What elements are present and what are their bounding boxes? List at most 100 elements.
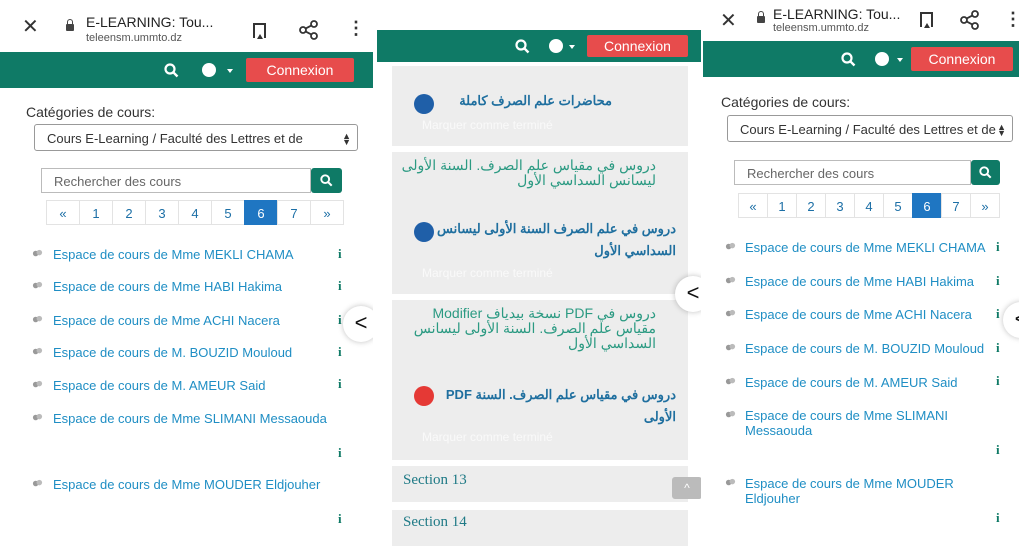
course-list-item[interactable]: Espace de cours de Mme ACHI Nacera xyxy=(725,307,1005,322)
share-icon[interactable] xyxy=(960,10,980,30)
pagination-item[interactable]: 4 xyxy=(178,200,212,225)
course-list-item[interactable]: Espace de cours de Mme MEKLI CHAMA xyxy=(725,240,1005,255)
bookmark-icon[interactable] xyxy=(920,12,933,28)
mark-complete-label[interactable]: Marquer comme terminé xyxy=(422,430,553,444)
course-list-item[interactable]: Espace de cours de Mme SLIMANI Messaouda xyxy=(32,411,332,426)
connexion-button[interactable]: Connexion xyxy=(587,35,688,57)
pagination-item[interactable]: « xyxy=(738,193,768,218)
pagination-item[interactable]: » xyxy=(970,193,1000,218)
pagination-item[interactable]: 2 xyxy=(112,200,146,225)
section-14-title[interactable]: Section 14 xyxy=(403,514,467,531)
course-icon xyxy=(725,276,736,284)
info-icon[interactable]: i xyxy=(338,376,342,392)
course-link[interactable]: Espace de cours de Mme ACHI Nacera xyxy=(32,313,332,328)
resource-link[interactable]: دروس في علم الصرف السنة الأولى ليسانس ال… xyxy=(412,218,676,262)
section-13-title[interactable]: Section 13 xyxy=(403,472,467,489)
pagination-item[interactable]: 6 xyxy=(244,200,278,225)
course-link[interactable]: Espace de cours de M. BOUZID Mouloud xyxy=(725,341,1005,356)
pagination-item[interactable]: 2 xyxy=(796,193,826,218)
info-icon[interactable]: i xyxy=(996,306,1000,322)
pagination-item[interactable]: 1 xyxy=(767,193,797,218)
close-tab-icon[interactable]: ✕ xyxy=(720,8,737,33)
info-icon[interactable]: i xyxy=(338,344,342,360)
course-link[interactable]: Espace de cours de Mme HABI Hakima xyxy=(32,279,332,294)
pagination-item[interactable]: 7 xyxy=(277,200,311,225)
mark-complete-label[interactable]: Marquer comme terminé xyxy=(422,118,553,132)
more-options-icon[interactable]: ⋮ xyxy=(347,18,365,39)
resource-link[interactable]: محاضرات علم الصرف كاملة xyxy=(442,90,612,112)
connexion-button[interactable]: Connexion xyxy=(246,58,354,82)
course-search-input[interactable]: Rechercher des cours xyxy=(41,168,311,193)
mark-complete-label[interactable]: Marquer comme terminé xyxy=(422,266,553,280)
previous-chevron-icon[interactable]: < xyxy=(1003,302,1019,338)
browser-url-host[interactable]: teleensm.ummto.dz xyxy=(773,22,869,34)
pagination-item[interactable]: 4 xyxy=(854,193,884,218)
category-select[interactable]: Cours E-Learning / Faculté des Lettres e… xyxy=(727,115,1013,142)
search-icon[interactable] xyxy=(164,63,179,78)
pagination-item[interactable]: » xyxy=(310,200,344,225)
info-icon[interactable]: i xyxy=(996,510,1000,526)
pagination-item[interactable]: 3 xyxy=(825,193,855,218)
language-globe-icon[interactable] xyxy=(549,39,563,53)
info-icon[interactable]: i xyxy=(996,442,1000,458)
category-select[interactable]: Cours E-Learning / Faculté des Lettres e… xyxy=(34,124,358,151)
course-list-item[interactable]: Espace de cours de M. AMEUR Said xyxy=(32,378,332,393)
course-list-item[interactable]: Espace de cours de M. BOUZID Mouloud xyxy=(32,345,332,360)
pagination-item[interactable]: 7 xyxy=(941,193,971,218)
pagination-item[interactable]: « xyxy=(46,200,80,225)
course-link[interactable]: Espace de cours de Mme MOUDER Eldjouher xyxy=(32,477,332,492)
pagination-item[interactable]: 5 xyxy=(211,200,245,225)
language-globe-icon[interactable] xyxy=(875,52,889,66)
info-icon[interactable]: i xyxy=(996,273,1000,289)
course-link[interactable]: Espace de cours de Mme SLIMANI Messaouda xyxy=(725,408,1005,438)
course-link[interactable]: Espace de cours de Mme HABI Hakima xyxy=(725,274,1005,289)
course-list-item[interactable]: Espace de cours de Mme MOUDER Eldjouher xyxy=(725,476,1005,506)
resource-link[interactable]: دروس في مقياس علم الصرف. السنة PDF الأول… xyxy=(442,384,676,428)
info-icon[interactable]: i xyxy=(996,340,1000,356)
bookmark-icon[interactable] xyxy=(253,23,266,39)
language-globe-icon[interactable] xyxy=(202,63,216,77)
more-options-icon[interactable]: ⋮ xyxy=(1004,9,1019,30)
course-search-button[interactable] xyxy=(971,160,1000,185)
course-list-item[interactable]: Espace de cours de M. AMEUR Said xyxy=(725,375,1005,390)
course-search-input[interactable]: Rechercher des cours xyxy=(734,160,971,185)
browser-page-title[interactable]: E-LEARNING: Tou... xyxy=(86,14,213,30)
course-link[interactable]: Espace de cours de Mme SLIMANI Messaouda xyxy=(32,411,332,426)
pagination-item[interactable]: 6 xyxy=(912,193,942,218)
course-list-item[interactable]: Espace de cours de Mme HABI Hakima xyxy=(32,279,332,294)
course-link[interactable]: Espace de cours de Mme MEKLI CHAMA xyxy=(725,240,1005,255)
info-icon[interactable]: i xyxy=(338,246,342,262)
search-icon[interactable] xyxy=(841,52,856,67)
previous-chevron-icon[interactable]: < xyxy=(343,306,373,342)
info-icon[interactable]: i xyxy=(338,445,342,461)
course-list-item[interactable]: Espace de cours de M. BOUZID Mouloud xyxy=(725,341,1005,356)
pagination-item[interactable]: 5 xyxy=(883,193,913,218)
close-tab-icon[interactable]: ✕ xyxy=(22,14,39,39)
browser-page-title[interactable]: E-LEARNING: Tou... xyxy=(773,6,900,22)
info-icon[interactable]: i xyxy=(338,312,342,328)
course-list-item[interactable]: Espace de cours de Mme HABI Hakima xyxy=(725,274,1005,289)
info-icon[interactable]: i xyxy=(338,511,342,527)
course-link[interactable]: Espace de cours de Mme ACHI Nacera xyxy=(725,307,1005,322)
course-link[interactable]: Espace de cours de M. AMEUR Said xyxy=(725,375,1005,390)
browser-url-host[interactable]: teleensm.ummto.dz xyxy=(86,32,182,44)
info-icon[interactable]: i xyxy=(996,373,1000,389)
scroll-to-top-button[interactable]: ^ xyxy=(672,477,701,499)
course-list-item[interactable]: Espace de cours de Mme ACHI Nacera xyxy=(32,313,332,328)
info-icon[interactable]: i xyxy=(338,278,342,294)
course-list-item[interactable]: Espace de cours de Mme MOUDER Eldjouher xyxy=(32,477,332,492)
course-link[interactable]: Espace de cours de Mme MOUDER Eldjouher xyxy=(725,476,1005,506)
category-select-value: Cours E-Learning / Faculté des Lettres e… xyxy=(47,131,303,146)
course-link[interactable]: Espace de cours de M. AMEUR Said xyxy=(32,378,332,393)
course-link[interactable]: Espace de cours de M. BOUZID Mouloud xyxy=(32,345,332,360)
search-icon[interactable] xyxy=(515,39,530,54)
info-icon[interactable]: i xyxy=(996,239,1000,255)
course-search-button[interactable] xyxy=(311,168,342,193)
course-list-item[interactable]: Espace de cours de Mme MEKLI CHAMA xyxy=(32,247,332,262)
course-link[interactable]: Espace de cours de Mme MEKLI CHAMA xyxy=(32,247,332,262)
connexion-button[interactable]: Connexion xyxy=(911,47,1013,71)
share-icon[interactable] xyxy=(299,20,319,40)
pagination-item[interactable]: 1 xyxy=(79,200,113,225)
pagination-item[interactable]: 3 xyxy=(145,200,179,225)
course-list-item[interactable]: Espace de cours de Mme SLIMANI Messaouda xyxy=(725,408,1005,438)
